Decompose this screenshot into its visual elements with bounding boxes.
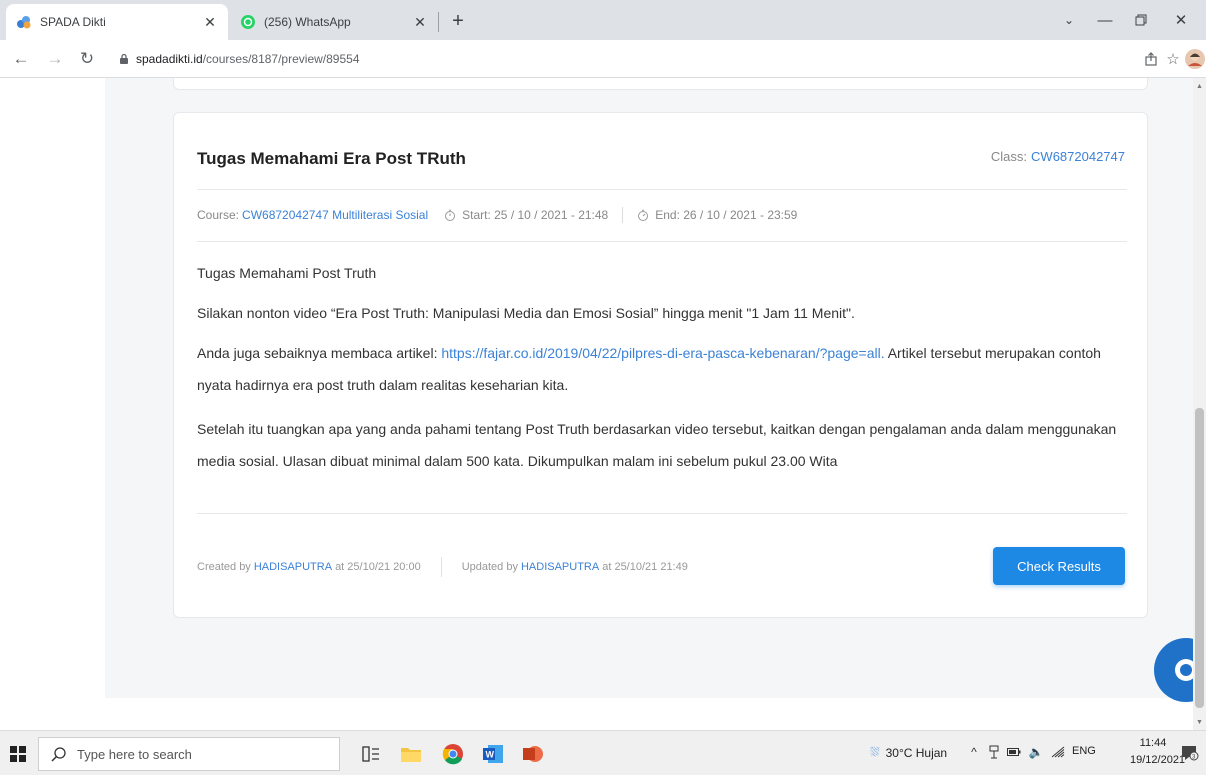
- lock-icon: [118, 53, 130, 65]
- chrome-icon[interactable]: [438, 739, 468, 769]
- class-code-link[interactable]: CW6872042747: [1031, 149, 1125, 164]
- scroll-down-icon[interactable]: ▼: [1195, 717, 1204, 727]
- paragraph: Tugas Memahami Post Truth: [197, 265, 377, 281]
- page-viewport: Tugas Memahami Era Post TRuth Class: CW68…: [0, 78, 1206, 730]
- assignment-meta: Course: CW6872042747 Multiliterasi Sosia…: [197, 207, 797, 223]
- paragraph: Setelah itu tuangkan apa yang anda paham…: [197, 421, 1117, 469]
- paragraph-text: Anda juga sebaiknya membaca artikel:: [197, 345, 442, 361]
- updated-at: at 25/10/21 21:49: [602, 561, 688, 573]
- updated-prefix: Updated by: [461, 561, 518, 573]
- address-bar[interactable]: spadadikti.id/courses/8187/preview/89554: [108, 46, 1128, 72]
- audit-info: Created by HADISAPUTRA at 25/10/21 20:00…: [197, 557, 688, 577]
- powerpoint-icon[interactable]: [518, 739, 548, 769]
- forward-arrow-icon[interactable]: →: [44, 48, 66, 70]
- volume-icon[interactable]: 🔈: [1028, 743, 1044, 761]
- chevron-up-icon[interactable]: ^: [966, 743, 982, 761]
- divider: [197, 513, 1127, 514]
- task-view-icon[interactable]: [356, 739, 386, 769]
- close-window-icon[interactable]: ✕: [1166, 8, 1196, 32]
- taskbar-search-input[interactable]: Type here to search: [38, 737, 340, 771]
- back-arrow-icon[interactable]: ←: [10, 48, 32, 70]
- clock-time: 11:44: [1139, 737, 1167, 749]
- share-icon[interactable]: [1140, 48, 1162, 70]
- weather-widget[interactable]: ⛆ 30°C Hujan: [870, 745, 947, 760]
- updater-link[interactable]: HADISAPUTRA: [521, 561, 599, 573]
- battery-icon[interactable]: [1006, 743, 1022, 761]
- class-label: Class:: [990, 149, 1028, 164]
- assignment-card: Tugas Memahami Era Post TRuth Class: CW68…: [173, 112, 1148, 618]
- tab-divider: [438, 12, 439, 32]
- scroll-up-icon[interactable]: ▲: [1195, 81, 1204, 91]
- browser-toolbar: ← → ↻ spadadikti.id/courses/8187/preview…: [0, 40, 1206, 78]
- paragraph: Silakan nonton video “Era Post Truth: Ma…: [197, 305, 855, 321]
- start-date: Start: 25 / 10 / 2021 - 21:48: [462, 208, 609, 222]
- new-tab-plus-icon[interactable]: +: [446, 9, 470, 33]
- browser-tab-strip: SPADA Dikti ✕ (256) WhatsApp ✕ + ⌄ — ✕: [0, 0, 1206, 40]
- tab-search-chevron-icon[interactable]: ⌄: [1054, 8, 1084, 32]
- url-path: /courses/8187/preview/89554: [202, 52, 360, 66]
- article-link[interactable]: https://fajar.co.id/2019/04/22/pilpres-d…: [441, 345, 884, 361]
- bookmark-star-icon[interactable]: ☆: [1162, 48, 1184, 70]
- course-link[interactable]: CW6872042747 Multiliterasi Sosial: [242, 208, 428, 222]
- restore-icon[interactable]: [1126, 8, 1156, 32]
- close-icon[interactable]: ✕: [202, 14, 218, 30]
- svg-text:W: W: [486, 750, 495, 760]
- weather-text: 30°C Hujan: [885, 745, 948, 760]
- divider: [197, 241, 1127, 242]
- reload-icon[interactable]: ↻: [76, 48, 98, 70]
- language-indicator[interactable]: ENG: [1072, 745, 1096, 757]
- class-info: Class: CW6872042747: [991, 149, 1125, 164]
- paragraph: Anda juga sebaiknya membaca artikel: htt…: [197, 337, 1127, 401]
- close-icon[interactable]: ✕: [412, 14, 428, 30]
- rain-icon: ⛆: [870, 745, 880, 759]
- minimize-icon[interactable]: —: [1090, 8, 1120, 32]
- footer-separator: [440, 557, 442, 577]
- search-icon: [51, 746, 67, 762]
- profile-avatar[interactable]: [1184, 48, 1206, 70]
- network-icon[interactable]: [1050, 743, 1066, 761]
- scrollbar-thumb[interactable]: [1195, 408, 1204, 708]
- windows-start-icon[interactable]: [6, 742, 30, 766]
- previous-card: [173, 78, 1148, 90]
- end-date: End: 26 / 10 / 2021 - 23:59: [655, 208, 798, 222]
- meta-separator: [622, 207, 624, 223]
- tab-spada-dikti[interactable]: SPADA Dikti ✕: [6, 4, 228, 40]
- created-at: at 25/10/21 20:00: [335, 561, 421, 573]
- timer-icon: [637, 209, 649, 221]
- check-results-button[interactable]: Check Results: [993, 547, 1125, 585]
- page-scrollbar[interactable]: ▲ ▼: [1193, 78, 1206, 730]
- assignment-title: Tugas Memahami Era Post TRuth: [197, 149, 466, 168]
- whatsapp-icon: [240, 14, 256, 30]
- created-prefix: Created by: [197, 561, 251, 573]
- clock-date: 19/12/2021: [1130, 754, 1186, 766]
- divider: [197, 189, 1127, 190]
- url-domain: spadadikti.id: [136, 52, 203, 66]
- word-icon[interactable]: W: [478, 739, 508, 769]
- tab-title: SPADA Dikti: [40, 15, 106, 29]
- course-label: Course:: [197, 208, 240, 222]
- taskbar-clock[interactable]: 11:44 19/12/2021: [1130, 735, 1186, 769]
- notification-icon[interactable]: 3: [1180, 743, 1200, 763]
- file-explorer-icon[interactable]: [396, 739, 426, 769]
- windows-taskbar: Type here to search W ⛆ 30°C Hujan ^ 🔈 E…: [0, 730, 1206, 775]
- left-gutter: [0, 78, 105, 718]
- tab-title: (256) WhatsApp: [264, 15, 351, 29]
- app-tray-icon[interactable]: [986, 743, 1002, 761]
- spada-logo-icon: [16, 14, 32, 30]
- tab-whatsapp[interactable]: (256) WhatsApp ✕: [230, 4, 438, 40]
- search-placeholder: Type here to search: [77, 746, 192, 762]
- content-area: Tugas Memahami Era Post TRuth Class: CW68…: [105, 78, 1193, 698]
- stopwatch-icon: [444, 209, 456, 221]
- creator-link[interactable]: HADISAPUTRA: [254, 561, 332, 573]
